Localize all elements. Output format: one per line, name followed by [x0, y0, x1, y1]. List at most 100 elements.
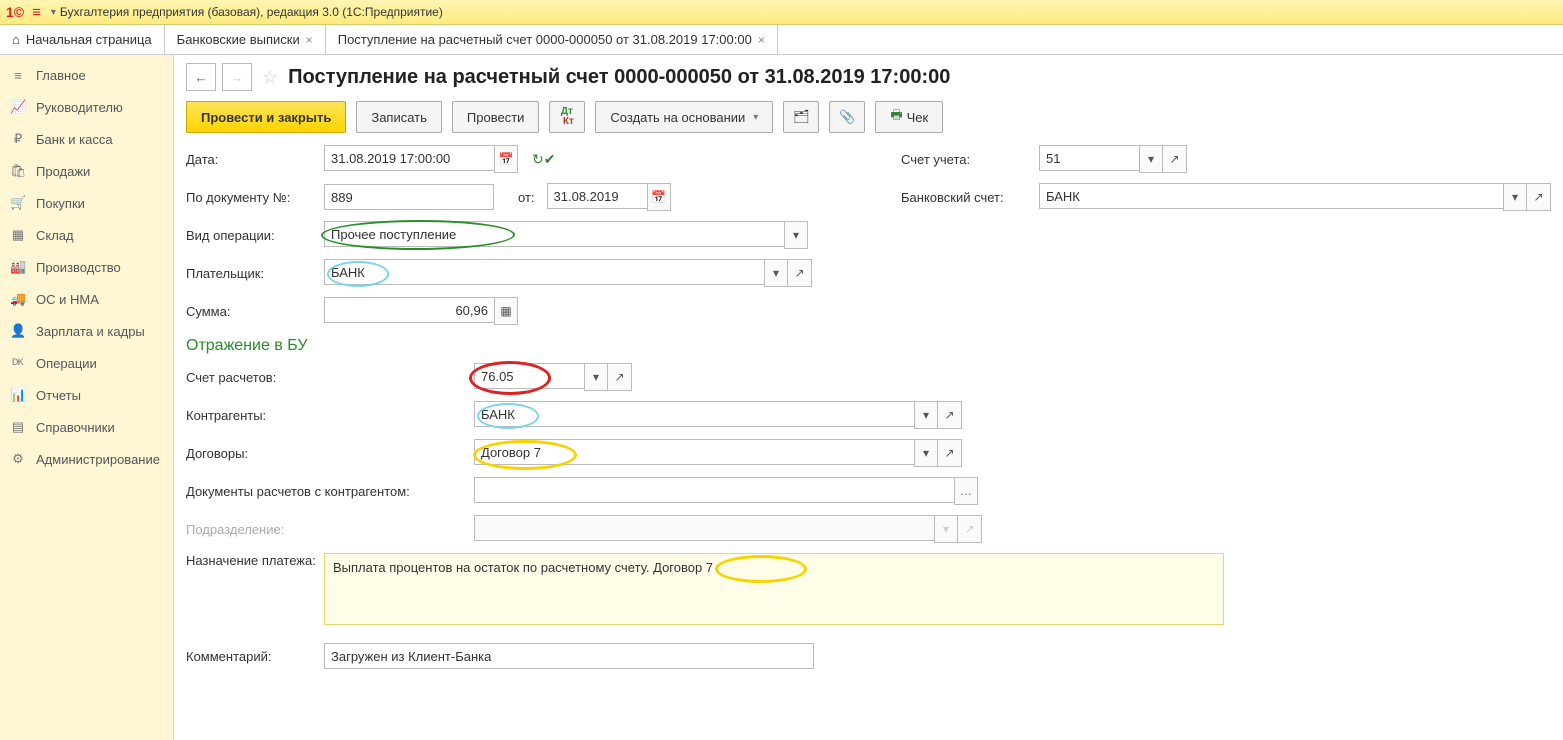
- attach-button[interactable]: 📎: [829, 101, 865, 133]
- tab-receipt-document[interactable]: Поступление на расчетный счет 0000-00005…: [326, 25, 778, 54]
- create-based-button[interactable]: Создать на основании▾: [595, 101, 773, 133]
- sidebar-item-assets[interactable]: 🚚 ОС и НМА: [0, 283, 173, 315]
- section-title-bu: Отражение в БУ: [186, 337, 1551, 355]
- sidebar-item-bank[interactable]: ₽Банк и касса: [0, 123, 173, 155]
- sum-input[interactable]: 60,96: [324, 297, 494, 323]
- label-settlement-docs: Документы расчетов с контрагентом:: [186, 484, 466, 499]
- sidebar-item-label: Зарплата и кадры: [36, 324, 145, 339]
- contracts-input[interactable]: Договор 7: [474, 439, 914, 465]
- post-button[interactable]: Провести: [452, 101, 540, 133]
- op-type-input[interactable]: Прочее поступление: [324, 221, 784, 247]
- person-icon: 👤: [10, 323, 26, 339]
- bank-account-input[interactable]: БАНК: [1039, 183, 1503, 209]
- open-icon[interactable]: ↗: [788, 259, 812, 287]
- open-icon[interactable]: ↗: [608, 363, 632, 391]
- label-bank-account: Банковский счет:: [901, 190, 1031, 205]
- truck-icon: 🚚: [10, 291, 26, 307]
- close-icon[interactable]: ×: [306, 33, 313, 47]
- tab-home-label: Начальная страница: [26, 32, 152, 47]
- sidebar-item-warehouse[interactable]: ▦Склад: [0, 219, 173, 251]
- sidebar-item-production[interactable]: 🏭 Производство: [0, 251, 173, 283]
- label-department: Подразделение:: [186, 522, 466, 537]
- sidebar-item-operations[interactable]: ᴰᴷОперации: [0, 347, 173, 379]
- home-icon: ⌂: [12, 32, 20, 47]
- open-icon[interactable]: ↗: [1527, 183, 1551, 211]
- label-contragents: Контрагенты:: [186, 408, 466, 423]
- open-icon: ↗: [958, 515, 982, 543]
- close-icon[interactable]: ×: [758, 33, 765, 47]
- sidebar-item-main[interactable]: ≡ Главное: [0, 59, 173, 91]
- dropdown-icon[interactable]: ▾: [51, 7, 56, 18]
- cheque-button[interactable]: 🖶Чек: [875, 101, 943, 133]
- tab-bank-statements[interactable]: Банковские выписки ×: [165, 25, 326, 54]
- sidebar-item-label: Банк и касса: [36, 132, 113, 147]
- sidebar-item-catalogs[interactable]: ▤Справочники: [0, 411, 173, 443]
- post-and-close-button[interactable]: Провести и закрыть: [186, 101, 346, 133]
- account-input[interactable]: 51: [1039, 145, 1139, 171]
- show-postings-button[interactable]: ДтКт: [549, 101, 585, 133]
- calculator-icon[interactable]: ▦: [494, 297, 518, 325]
- section-sidebar: ≡ Главное 📈Руководителю ₽Банк и касса 🛍Пр…: [0, 55, 174, 740]
- payer-input[interactable]: БАНК: [324, 259, 764, 285]
- ellipsis-icon[interactable]: …: [954, 477, 978, 505]
- write-button[interactable]: Записать: [356, 101, 442, 133]
- document-title: Поступление на расчетный счет 0000-00005…: [288, 66, 950, 89]
- sidebar-item-label: Производство: [36, 260, 121, 275]
- main-menu-icon[interactable]: ≡: [32, 4, 41, 21]
- date-input[interactable]: 31.08.2019 17:00:00: [324, 145, 494, 171]
- contragents-input[interactable]: БАНК: [474, 401, 914, 427]
- app-logo-1c: 1©: [6, 4, 24, 20]
- annotation-circle-blue: [477, 403, 539, 429]
- open-icon[interactable]: ↗: [938, 439, 962, 467]
- sidebar-item-reports[interactable]: 📊Отчеты: [0, 379, 173, 411]
- menu-icon: ≡: [10, 68, 26, 83]
- calendar-icon[interactable]: 📅: [494, 145, 518, 173]
- app-title: Бухгалтерия предприятия (базовая), редак…: [60, 5, 443, 19]
- sidebar-item-purchases[interactable]: 🛒Покупки: [0, 187, 173, 219]
- barchart-icon: 📊: [10, 387, 26, 403]
- purpose-value: Выплата процентов на остаток по расчетно…: [333, 560, 713, 575]
- sidebar-item-label: Справочники: [36, 420, 115, 435]
- chevron-down-icon: ▾: [934, 515, 958, 543]
- favorite-star-icon[interactable]: ☆: [262, 67, 278, 88]
- purpose-textarea[interactable]: Выплата процентов на остаток по расчетно…: [324, 553, 1224, 625]
- chevron-down-icon[interactable]: ▾: [764, 259, 788, 287]
- factory-icon: 🏭: [10, 259, 26, 275]
- chevron-down-icon[interactable]: ▾: [1139, 145, 1163, 173]
- chevron-down-icon[interactable]: ▾: [584, 363, 608, 391]
- tab-home[interactable]: ⌂ Начальная страница: [0, 25, 165, 54]
- docdate-input[interactable]: 31.08.2019: [547, 183, 647, 209]
- chevron-down-icon[interactable]: ▾: [914, 401, 938, 429]
- sidebar-item-payroll[interactable]: 👤 Зарплата и кадры: [0, 315, 173, 347]
- docno-input[interactable]: 889: [324, 184, 494, 210]
- label-purpose: Назначение платежа:: [186, 553, 316, 568]
- dtkt-icon: ᴰᴷ: [10, 356, 26, 371]
- structure-button[interactable]: 🗂: [783, 101, 819, 133]
- nav-back-button[interactable]: ←: [186, 63, 216, 91]
- chevron-down-icon[interactable]: ▾: [914, 439, 938, 467]
- sidebar-item-label: Главное: [36, 68, 86, 83]
- annotation-circle-yellow: [473, 440, 577, 470]
- nav-forward-button[interactable]: →: [222, 63, 252, 91]
- label-calc-account: Счет расчетов:: [186, 370, 466, 385]
- app-titlebar: 1© ≡ ▾ Бухгалтерия предприятия (базовая)…: [0, 0, 1563, 25]
- calc-account-input[interactable]: 76.05: [474, 363, 584, 389]
- chevron-down-icon[interactable]: ▾: [784, 221, 808, 249]
- comment-input[interactable]: Загружен из Клиент-Банка: [324, 643, 814, 669]
- chart-icon: 📈: [10, 99, 26, 115]
- open-icon[interactable]: ↗: [1163, 145, 1187, 173]
- calendar-icon[interactable]: 📅: [647, 183, 671, 211]
- printer-icon: 🖶: [890, 106, 902, 128]
- sidebar-item-manager[interactable]: 📈Руководителю: [0, 91, 173, 123]
- sidebar-item-sales[interactable]: 🛍Продажи: [0, 155, 173, 187]
- chevron-down-icon[interactable]: ▾: [1503, 183, 1527, 211]
- sidebar-item-admin[interactable]: ⚙Администрирование: [0, 443, 173, 475]
- annotation-circle-red: [469, 361, 551, 395]
- sidebar-item-label: ОС и НМА: [36, 292, 99, 307]
- btn-label: Создать на основании: [610, 110, 745, 125]
- open-icon[interactable]: ↗: [938, 401, 962, 429]
- label-date: Дата:: [186, 152, 316, 167]
- settlement-docs-input[interactable]: [474, 477, 954, 503]
- annotation-circle-blue: [327, 261, 389, 287]
- refresh-icon[interactable]: ↻✔: [532, 151, 555, 168]
